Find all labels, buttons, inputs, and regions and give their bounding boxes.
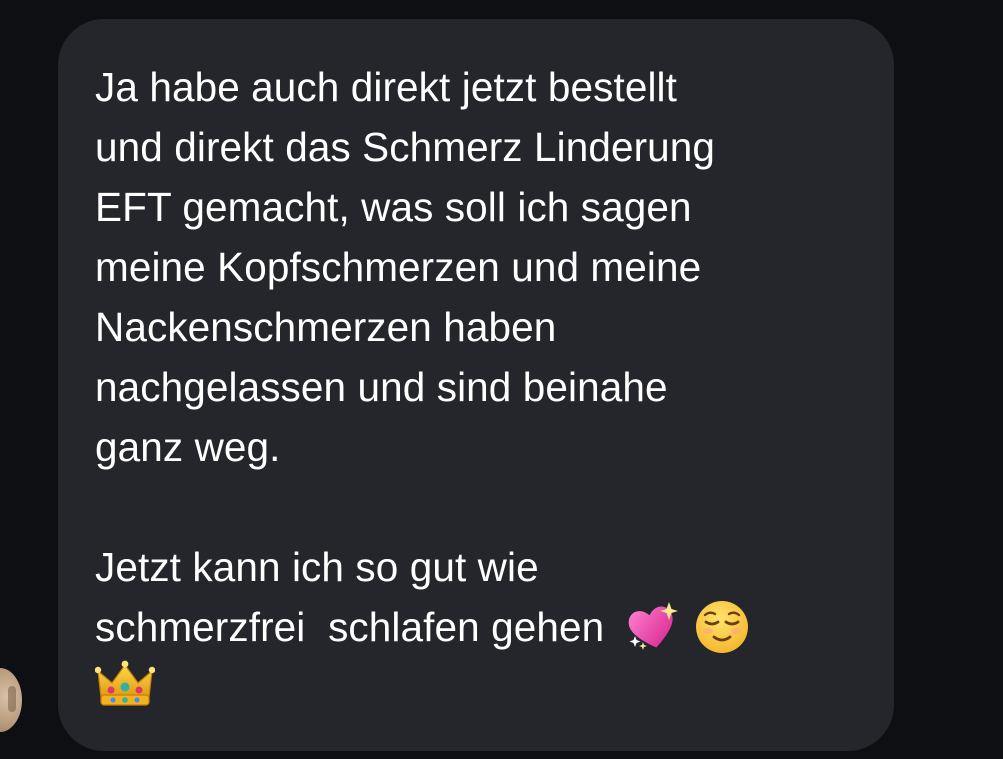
message-line: nachgelassen und sind beinahe <box>95 364 668 410</box>
message-line: EFT gemacht, was soll ich sagen <box>95 184 692 230</box>
relieved-face-icon <box>693 598 751 656</box>
message-line: Jetzt kann ich so gut wie <box>95 544 539 590</box>
message-bubble[interactable]: Ja habe auch direkt jetzt bestellt und d… <box>58 19 894 751</box>
message-line: ganz weg. <box>95 424 281 470</box>
sparkling-heart-icon <box>623 598 681 656</box>
message-line: schmerzfrei schlafen gehen <box>95 604 605 650</box>
crown-icon <box>95 657 155 711</box>
message-line: und direkt das Schmerz Linderung <box>95 124 716 170</box>
sender-avatar[interactable] <box>0 668 22 732</box>
message-line-with-emojis: schmerzfrei schlafen gehen <box>95 597 864 657</box>
message-line: Nackenschmerzen haben <box>95 304 557 350</box>
emoji-line <box>95 657 864 717</box>
paragraph-break <box>95 477 864 537</box>
message-line: meine Kopfschmerzen und meine <box>95 244 702 290</box>
message-line: Ja habe auch direkt jetzt bestellt <box>95 64 677 110</box>
